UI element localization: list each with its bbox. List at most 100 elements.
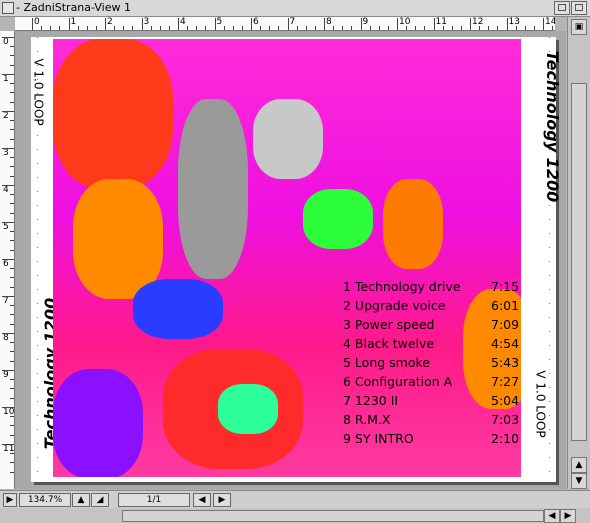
tool-mountain-icon[interactable]: ▲ bbox=[72, 493, 90, 507]
ruler-tick bbox=[351, 26, 353, 30]
ruler-tick bbox=[424, 26, 426, 30]
previous-page-icon[interactable]: ◀ bbox=[193, 493, 211, 507]
ruler-tick bbox=[50, 26, 52, 30]
ruler-tick bbox=[369, 26, 371, 30]
left-version-label: V 1.0 LOOP bbox=[31, 58, 46, 126]
close-window-button[interactable] bbox=[2, 2, 14, 14]
right-album-title: Technology 1200 bbox=[543, 50, 563, 203]
vertical-scroll-knob[interactable] bbox=[571, 83, 587, 441]
ruler-tick bbox=[278, 26, 280, 30]
vertical-scrollbar[interactable]: ▣ ▲ ▼ bbox=[567, 17, 590, 489]
ruler-tick bbox=[141, 18, 143, 30]
ruler-tick bbox=[433, 18, 435, 30]
zoom-window-button[interactable] bbox=[554, 1, 570, 15]
depth-window-button[interactable] bbox=[571, 1, 587, 15]
ruler-tick bbox=[187, 26, 189, 30]
scroll-zoom-icon[interactable]: ▣ bbox=[571, 19, 587, 35]
horizontal-ruler: 01234567891011121314 bbox=[15, 17, 555, 31]
ruler-tick bbox=[10, 425, 14, 427]
vertical-ruler: 0 1 2 3 4 5 6 7 8 9 10 11 bbox=[0, 31, 15, 489]
ruler-tick bbox=[269, 26, 271, 30]
ruler-tick bbox=[10, 286, 14, 288]
ruler-tick bbox=[10, 277, 14, 279]
track-row: 4 Black twelve 4:54 bbox=[343, 336, 520, 351]
scroll-up-icon[interactable]: ▲ bbox=[571, 457, 587, 473]
ruler-label: 1 bbox=[70, 17, 77, 27]
ruler-tick bbox=[10, 92, 14, 94]
ruler-tick bbox=[305, 26, 307, 30]
zoom-field[interactable]: 134.7% bbox=[19, 493, 71, 507]
ruler-tick bbox=[123, 26, 125, 30]
track-row: 2 Upgrade voice 6:01 bbox=[343, 298, 520, 313]
ruler-tick bbox=[10, 55, 14, 57]
ruler-tick bbox=[533, 26, 535, 30]
ruler-tick bbox=[10, 314, 14, 316]
play-icon[interactable]: ▶ bbox=[3, 493, 17, 507]
ruler-label: 2 bbox=[107, 17, 113, 27]
ruler-tick bbox=[10, 462, 14, 464]
ruler-tick bbox=[168, 26, 170, 30]
scroll-left-icon[interactable]: ◀ bbox=[544, 509, 560, 523]
ruler-tick bbox=[10, 240, 14, 242]
ruler-label: 8 bbox=[326, 17, 332, 27]
ruler-label: 0 bbox=[3, 37, 9, 47]
ruler-tick bbox=[10, 157, 14, 159]
ruler-tick bbox=[479, 26, 481, 30]
track-row: 5 Long smoke 5:43 bbox=[343, 355, 520, 370]
ruler-label: 6 bbox=[253, 17, 259, 27]
ruler-tick bbox=[387, 26, 389, 30]
ruler-label: 9 bbox=[3, 370, 9, 380]
ruler-tick bbox=[442, 26, 444, 30]
ruler-label: 1 bbox=[3, 74, 9, 84]
track-row: 1 Technology drive 7:15 bbox=[343, 279, 520, 294]
next-page-icon[interactable]: ▶ bbox=[213, 493, 231, 507]
tool-edit-icon[interactable]: ◢ bbox=[91, 493, 109, 507]
ruler-tick bbox=[86, 26, 88, 30]
ruler-tick bbox=[287, 18, 289, 30]
ruler-label: 5 bbox=[3, 222, 9, 232]
ruler-tick bbox=[10, 83, 14, 85]
ruler-tick bbox=[314, 26, 316, 30]
ruler-tick bbox=[10, 249, 14, 251]
ruler-tick bbox=[32, 18, 33, 30]
ruler-tick bbox=[2, 296, 14, 297]
horizontal-scroll-knob[interactable] bbox=[122, 510, 544, 522]
ruler-tick bbox=[10, 360, 14, 362]
page-indicator[interactable]: 1/1 bbox=[118, 493, 190, 507]
ruler-tick bbox=[10, 416, 14, 418]
track-list: 1 Technology drive 7:15 2 Upgrade voice 6:… bbox=[343, 279, 521, 450]
ruler-tick bbox=[196, 26, 198, 30]
horizontal-scrollbar[interactable]: ◀ ▶ bbox=[0, 508, 590, 523]
photo-region bbox=[133, 279, 223, 339]
photo-region bbox=[178, 99, 248, 279]
ruler-tick bbox=[2, 37, 14, 38]
ruler-tick bbox=[2, 74, 14, 75]
ruler-tick bbox=[10, 268, 14, 270]
ruler-tick bbox=[10, 194, 14, 196]
photo-region bbox=[53, 369, 143, 477]
ruler-tick bbox=[41, 26, 43, 30]
status-bar: ▶ 134.7% ▲ ◢ 1/1 ◀ ▶ bbox=[0, 490, 590, 508]
ruler-tick bbox=[406, 26, 408, 30]
ruler-tick bbox=[241, 26, 243, 30]
track-row: 6 Configuration A 7:27 bbox=[343, 374, 520, 389]
ruler-tick bbox=[2, 222, 14, 223]
title-bar: - ZadniStrana-View 1 bbox=[0, 0, 590, 17]
ruler-tick bbox=[497, 26, 499, 30]
ruler-tick bbox=[260, 26, 262, 30]
ruler-tick bbox=[488, 26, 490, 30]
ruler-label: 4 bbox=[3, 185, 9, 195]
ruler-tick bbox=[10, 379, 14, 381]
track-row: 9 SY INTRO 2:10 bbox=[343, 431, 520, 446]
ruler-tick bbox=[342, 26, 344, 30]
ruler-tick bbox=[150, 26, 152, 30]
ruler-tick bbox=[132, 26, 134, 30]
scroll-right-icon[interactable]: ▶ bbox=[560, 509, 576, 523]
scroll-down-icon[interactable]: ▼ bbox=[571, 473, 587, 489]
ruler-tick bbox=[10, 64, 14, 66]
track-row: 3 Power speed 7:09 bbox=[343, 317, 520, 332]
ruler-label: 10 bbox=[399, 17, 411, 27]
ruler-tick bbox=[2, 259, 14, 260]
ruler-tick bbox=[105, 18, 106, 30]
ruler-tick bbox=[178, 18, 179, 30]
